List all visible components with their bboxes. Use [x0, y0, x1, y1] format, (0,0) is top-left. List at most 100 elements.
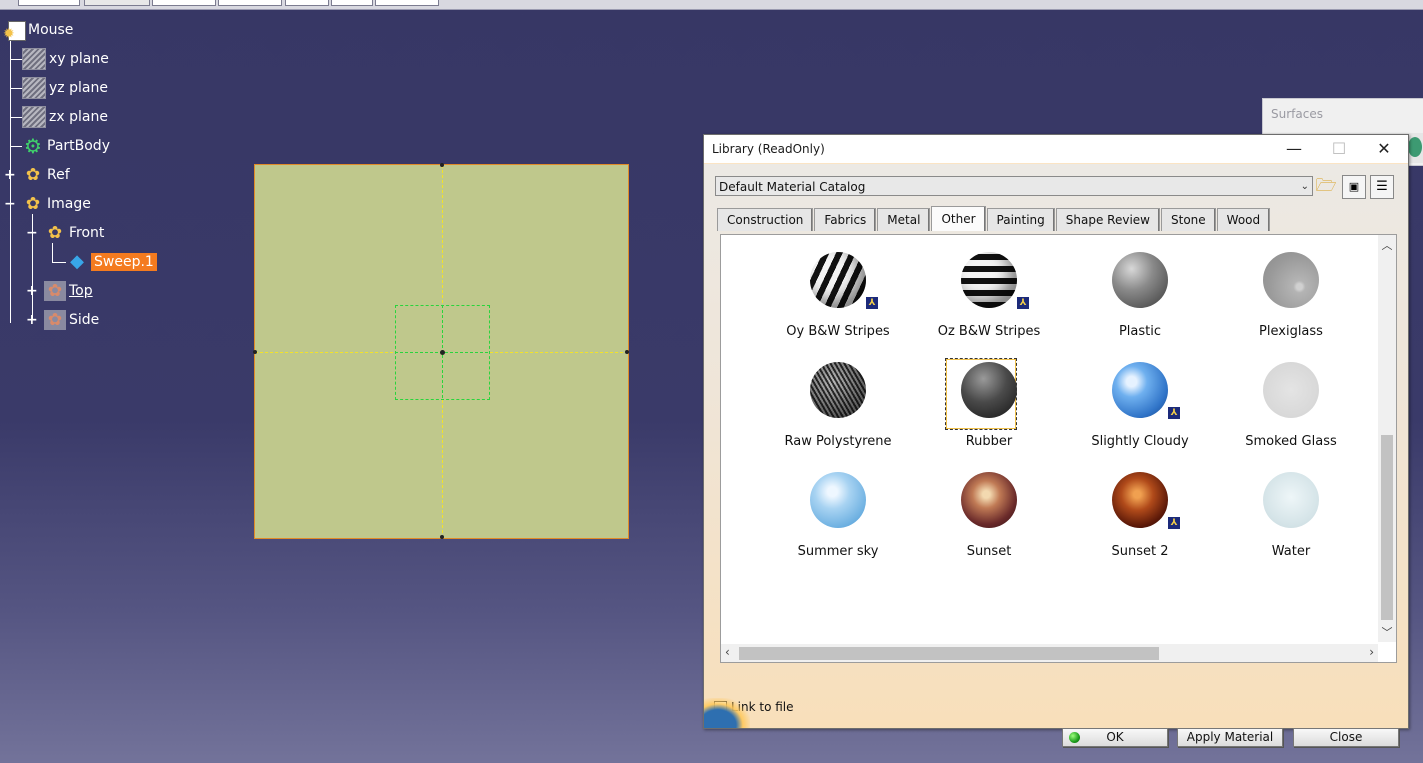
material-raw-polystyrene[interactable]: Raw Polystyrene — [763, 362, 913, 472]
dialog-title: Library (ReadOnly) — [712, 142, 825, 156]
link-badge-icon: ⅄ — [1017, 297, 1029, 309]
close-button[interactable]: Close — [1293, 728, 1399, 747]
material-plexiglass[interactable]: Plexiglass — [1216, 252, 1366, 362]
edge-point — [440, 163, 444, 167]
tree-node-label: Image — [47, 196, 91, 212]
material-slightly-cloudy[interactable]: ⅄ Slightly Cloudy — [1065, 362, 1215, 472]
material-swatch — [810, 472, 866, 528]
expand-plus-icon[interactable]: + — [26, 284, 38, 298]
tree-node-ref[interactable]: ✿ Ref — [22, 164, 70, 186]
material-name: Sunset 2 — [1111, 544, 1169, 559]
tree-node-yz-plane[interactable]: yz plane — [22, 77, 108, 99]
tree-node-zx-plane[interactable]: zx plane — [22, 106, 108, 128]
tab-stone[interactable]: Stone — [1161, 208, 1216, 231]
toolbar-field[interactable] — [375, 0, 439, 6]
tree-connector — [10, 117, 22, 118]
tree-node-label: yz plane — [49, 80, 108, 96]
tree-node-label: Sweep.1 — [91, 253, 157, 271]
material-swatch — [961, 362, 1017, 418]
material-plastic[interactable]: Plastic — [1065, 252, 1215, 362]
tree-node-front[interactable]: ✿ Front — [44, 222, 105, 244]
tree-node-label: Side — [69, 312, 100, 328]
tree-connector — [52, 262, 66, 263]
icon-view-button[interactable]: ▣ — [1342, 175, 1366, 199]
vertical-scrollbar[interactable]: ︿ ﹀ — [1378, 235, 1396, 642]
tab-construction[interactable]: Construction — [717, 208, 814, 231]
scroll-down-icon[interactable]: ﹀ — [1378, 624, 1396, 640]
collapse-minus-icon[interactable]: − — [26, 226, 38, 240]
material-swatch — [1112, 472, 1168, 528]
tree-node-label: PartBody — [47, 138, 110, 154]
ok-button[interactable]: OK — [1062, 728, 1168, 747]
link-badge-icon: ⅄ — [1168, 517, 1180, 529]
tab-shape-review[interactable]: Shape Review — [1055, 208, 1160, 231]
material-sunset-2[interactable]: ⅄ Sunset 2 — [1065, 472, 1215, 582]
tree-node-side[interactable]: ✿ Side — [44, 309, 99, 331]
edge-point — [253, 350, 257, 354]
material-name: Summer sky — [797, 544, 879, 559]
material-name: Oz B&W Stripes — [937, 324, 1041, 339]
expand-plus-icon[interactable]: + — [4, 168, 16, 182]
link-badge-icon: ⅄ — [1168, 407, 1180, 419]
scroll-up-icon[interactable]: ︿ — [1378, 237, 1396, 253]
geometrical-set-icon: ✿ — [47, 223, 63, 243]
material-sunset[interactable]: Sunset — [914, 472, 1064, 582]
tab-painting[interactable]: Painting — [986, 208, 1055, 231]
catalog-select[interactable]: Default Material Catalog ⌄ — [715, 176, 1313, 196]
material-name: Oy B&W Stripes — [786, 324, 890, 339]
tree-node-top[interactable]: ✿ Top — [44, 280, 93, 302]
toolbar-field[interactable] — [285, 0, 329, 6]
dialog-body: Default Material Catalog ⌄ 🗁 ▣ ☰ Constru… — [704, 164, 1408, 747]
tab-other[interactable]: Other — [931, 206, 986, 231]
catalog-select-value: Default Material Catalog — [719, 180, 866, 194]
material-name: Water — [1271, 544, 1311, 559]
tree-node-xy-plane[interactable]: xy plane — [22, 48, 109, 70]
tree-node-partbody[interactable]: ⚙ PartBody — [22, 135, 110, 157]
material-swatch — [810, 362, 866, 418]
scroll-left-icon[interactable]: ‹ — [725, 645, 730, 659]
sketch-plane[interactable] — [253, 163, 629, 539]
tree-node-image[interactable]: ✿ Image — [22, 193, 91, 215]
toolbar-title: Surfaces — [1271, 107, 1323, 121]
tree-node-label: xy plane — [49, 51, 109, 67]
material-name: Smoked Glass — [1245, 434, 1337, 449]
toolbar-field[interactable] — [331, 0, 373, 6]
dialog-titlebar: Library (ReadOnly) — ☐ ✕ — [704, 135, 1408, 163]
material-swatch — [1112, 252, 1168, 308]
material-oy-stripes[interactable]: ⅄ Oy B&W Stripes — [763, 252, 913, 362]
scroll-right-icon[interactable]: › — [1369, 645, 1374, 659]
scroll-thumb[interactable] — [739, 647, 1159, 660]
list-view-button[interactable]: ☰ — [1370, 175, 1394, 199]
material-name: Plastic — [1118, 324, 1162, 339]
tree-node-sweep[interactable]: ◆ Sweep.1 — [66, 251, 157, 273]
app-logo-icon — [704, 698, 750, 728]
material-rubber[interactable]: Rubber — [914, 358, 1064, 472]
tree-connector — [10, 88, 22, 89]
surface-tool-icon[interactable] — [1408, 137, 1422, 157]
material-water[interactable]: Water — [1216, 472, 1366, 582]
apply-material-button[interactable]: Apply Material — [1177, 728, 1283, 747]
sweep-icon: ◆ — [70, 251, 84, 272]
material-smoked-glass[interactable]: Smoked Glass — [1216, 362, 1366, 472]
tree-node-label: Top — [69, 283, 93, 299]
tree-node-root[interactable]: ✹ Mouse — [3, 19, 73, 42]
product-doc-icon: ✹ — [3, 20, 26, 42]
tab-fabrics[interactable]: Fabrics — [814, 208, 877, 231]
collapse-minus-icon[interactable]: − — [4, 197, 16, 211]
minimize-button[interactable]: — — [1272, 135, 1316, 163]
open-folder-icon[interactable]: 🗁 — [1314, 175, 1338, 199]
material-swatch — [961, 252, 1017, 308]
maximize-button[interactable]: ☐ — [1317, 135, 1361, 163]
tab-metal[interactable]: Metal — [877, 208, 931, 231]
scroll-thumb[interactable] — [1381, 435, 1393, 620]
library-dialog: Library (ReadOnly) — ☐ ✕ Default Materia… — [703, 134, 1409, 747]
material-oz-stripes[interactable]: ⅄ Oz B&W Stripes — [914, 252, 1064, 362]
status-led-icon — [1069, 732, 1080, 743]
expand-plus-icon[interactable]: + — [26, 313, 38, 327]
material-summer-sky[interactable]: Summer sky — [763, 472, 913, 582]
plane-icon — [22, 48, 46, 70]
chevron-down-icon: ⌄ — [1300, 181, 1309, 192]
horizontal-scrollbar[interactable]: ‹ › — [721, 644, 1378, 662]
close-window-button[interactable]: ✕ — [1362, 135, 1406, 163]
tab-wood[interactable]: Wood — [1216, 208, 1271, 231]
